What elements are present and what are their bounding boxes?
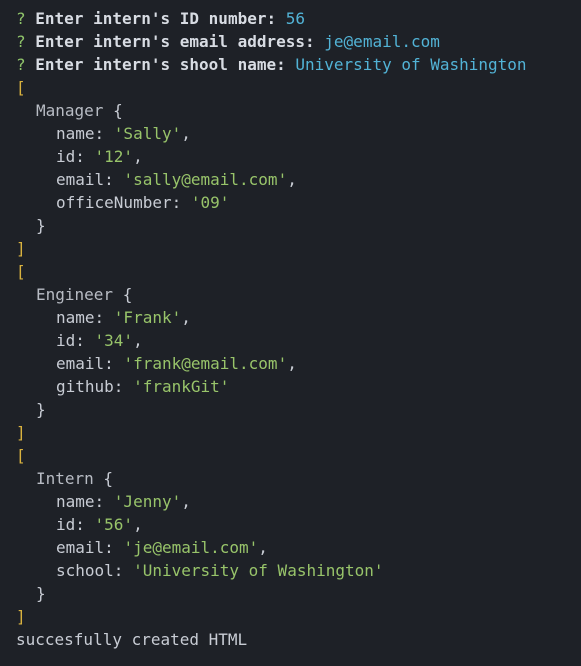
status-message: succesfully created HTML <box>16 630 248 649</box>
colon: : <box>75 515 95 534</box>
class-name: Engineer <box>36 285 114 304</box>
comma: , <box>133 515 143 534</box>
prompt-line-email: ? Enter intern's email address: je@email… <box>16 30 581 53</box>
object-header-engineer: Engineer { <box>16 283 581 306</box>
colon: : <box>104 170 124 189</box>
colon: : <box>113 377 134 396</box>
array-close-bracket: ] <box>16 423 26 442</box>
field-value: '34' <box>94 331 134 350</box>
colon: : <box>94 492 114 511</box>
prompt-question: Enter intern's ID number: <box>35 9 277 28</box>
colon: : <box>104 538 124 557</box>
field-value: '56' <box>94 515 134 534</box>
array-open-bracket: [ <box>16 262 26 281</box>
field-row: email: 'je@email.com', <box>16 536 581 559</box>
field-value: 'frank@email.com' <box>123 354 288 373</box>
close-brace: } <box>36 216 46 235</box>
open-brace: { <box>103 101 123 120</box>
field-value: 'je@email.com' <box>123 538 259 557</box>
field-row: email: 'sally@email.com', <box>16 168 581 191</box>
field-row: email: 'frank@email.com', <box>16 352 581 375</box>
field-row: name: 'Jenny', <box>16 490 581 513</box>
field-key: officeNumber <box>56 193 172 212</box>
field-value: 'Jenny' <box>113 492 182 511</box>
field-value: 'Sally' <box>113 124 182 143</box>
prompt-question-mark: ? <box>16 9 26 28</box>
field-key: github <box>56 377 114 396</box>
open-brace: { <box>113 285 133 304</box>
field-value: '12' <box>94 147 134 166</box>
field-value: 'University of Washington' <box>133 561 384 580</box>
field-value: 'sally@email.com' <box>123 170 288 189</box>
comma: , <box>287 170 297 189</box>
prompt-answer: 56 <box>285 9 306 28</box>
field-key: name <box>56 308 95 327</box>
prompt-line-id: ? Enter intern's ID number: 56 <box>16 7 581 30</box>
object-header-intern: Intern { <box>16 467 581 490</box>
prompt-question: Enter intern's email address: <box>35 32 315 51</box>
prompt-answer: University of Washington <box>295 55 527 74</box>
comma: , <box>133 147 143 166</box>
comma: , <box>181 492 191 511</box>
array-close-bracket: ] <box>16 239 26 258</box>
colon: : <box>94 308 114 327</box>
comma: , <box>287 354 297 373</box>
prompt-question: Enter intern's shool name: <box>35 55 286 74</box>
close-brace: } <box>36 584 46 603</box>
field-key: email <box>56 170 105 189</box>
comma: , <box>181 308 191 327</box>
field-row: name: 'Frank', <box>16 306 581 329</box>
comma: , <box>133 331 143 350</box>
prompt-question-mark: ? <box>16 32 26 51</box>
array-close-bracket: ] <box>16 607 26 626</box>
field-row: name: 'Sally', <box>16 122 581 145</box>
field-key: id <box>56 147 76 166</box>
prompt-line-school: ? Enter intern's shool name: University … <box>16 53 581 76</box>
field-value: '09' <box>190 193 230 212</box>
field-row: officeNumber: '09' <box>16 191 581 214</box>
close-brace: } <box>36 400 46 419</box>
field-row: github: 'frankGit' <box>16 375 581 398</box>
field-key: name <box>56 492 95 511</box>
prompt-answer: je@email.com <box>324 32 440 51</box>
open-brace: { <box>93 469 114 488</box>
array-open-bracket: [ <box>16 446 26 465</box>
colon: : <box>171 193 191 212</box>
array-open-bracket: [ <box>16 78 26 97</box>
field-key: id <box>56 331 76 350</box>
object-header-manager: Manager { <box>16 99 581 122</box>
field-row: school: 'University of Washington' <box>16 559 581 582</box>
colon: : <box>104 354 124 373</box>
colon: : <box>113 561 134 580</box>
field-value: 'frankGit' <box>133 377 230 396</box>
colon: : <box>75 147 95 166</box>
field-key: id <box>56 515 76 534</box>
prompt-question-mark: ? <box>16 55 26 74</box>
colon: : <box>75 331 95 350</box>
field-row: id: '56', <box>16 513 581 536</box>
terminal-output[interactable]: ? Enter intern's ID number: 56 ? Enter i… <box>0 0 581 666</box>
field-row: id: '34', <box>16 329 581 352</box>
field-key: name <box>56 124 95 143</box>
colon: : <box>94 124 114 143</box>
class-name: Manager <box>36 101 104 120</box>
field-key: email <box>56 354 105 373</box>
field-row: id: '12', <box>16 145 581 168</box>
field-key: email <box>56 538 105 557</box>
field-value: 'Frank' <box>113 308 182 327</box>
field-key: school <box>56 561 114 580</box>
class-name: Intern <box>36 469 94 488</box>
comma: , <box>181 124 191 143</box>
comma: , <box>258 538 268 557</box>
